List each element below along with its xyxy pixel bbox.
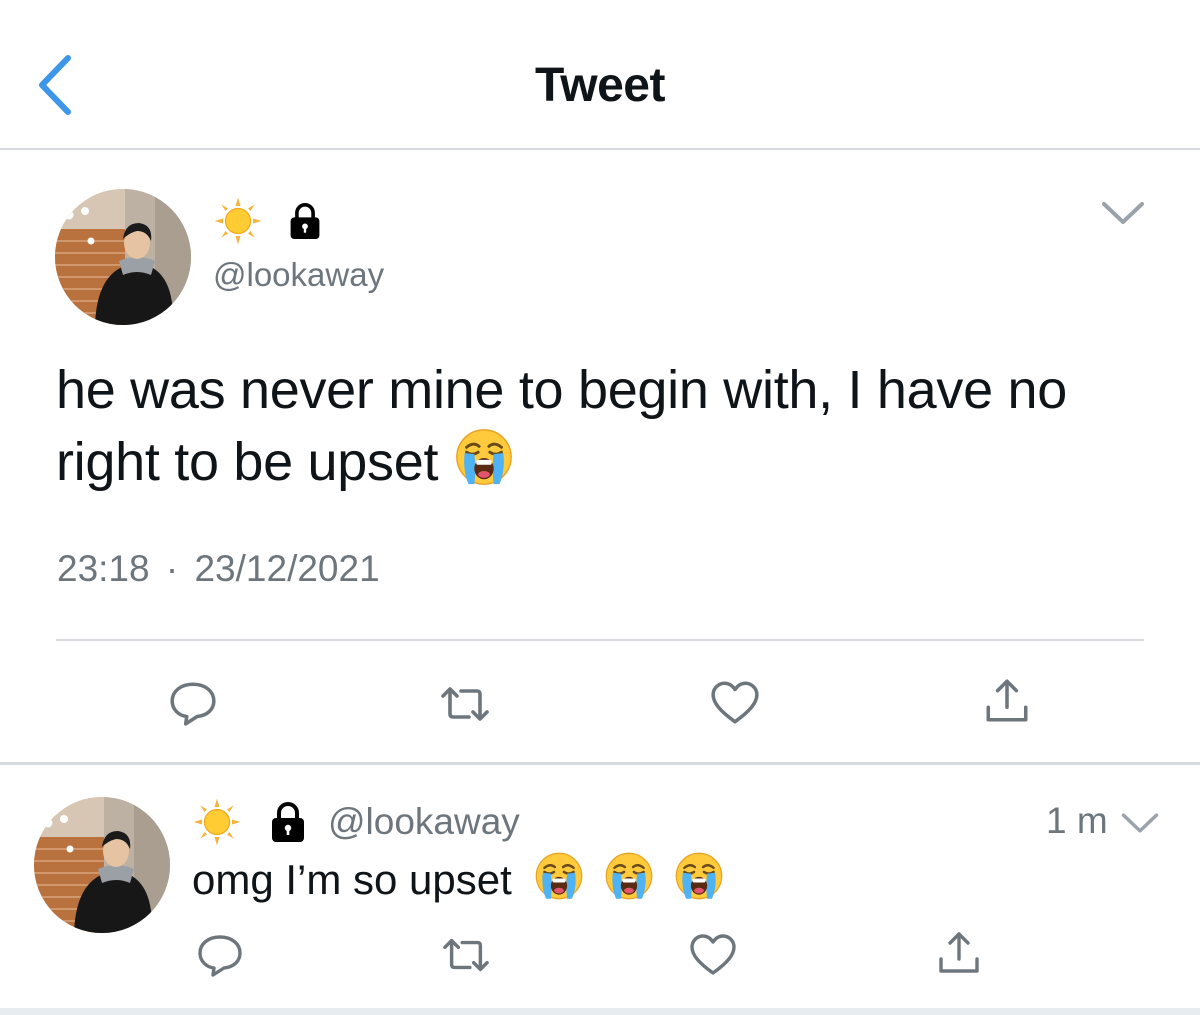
tweet-menu-button[interactable] (1100, 196, 1146, 230)
bottom-divider (0, 1008, 1200, 1015)
divider (56, 639, 1144, 641)
crying-face-emoji-icon (673, 850, 725, 902)
reply-like-button[interactable] (689, 933, 737, 977)
section-divider (0, 762, 1200, 765)
reply-reply-button[interactable] (196, 931, 244, 979)
tweet-date: 23/12/2021 (194, 548, 380, 589)
reply-display-name[interactable]: @lookaway (192, 797, 520, 847)
reply-tweet-text: omg I’m so upset (192, 850, 725, 910)
reply-menu-button[interactable] (1120, 808, 1160, 838)
display-name[interactable] (213, 196, 323, 246)
tweet-body: he was never mine to begin with, I have … (56, 360, 1068, 492)
share-button[interactable] (982, 676, 1032, 726)
tweet-detail-screen: Tweet @lookaway he was never mine to beg… (0, 0, 1200, 1015)
reply-body: omg I’m so upset (192, 856, 512, 903)
avatar[interactable] (55, 189, 191, 325)
tweet-timestamp[interactable]: 23:18 · 23/12/2021 (57, 548, 380, 590)
user-handle[interactable]: @lookaway (213, 256, 384, 294)
reply-button[interactable] (168, 678, 218, 728)
heart-icon (689, 933, 737, 977)
share-icon (935, 929, 983, 977)
lock-icon (268, 800, 308, 844)
retweet-button[interactable] (438, 680, 492, 728)
comment-icon (196, 931, 244, 979)
timestamp-separator: · (165, 548, 179, 589)
retweet-icon (438, 680, 492, 728)
lock-icon (287, 201, 323, 241)
reply-user-handle[interactable]: @lookaway (328, 801, 520, 843)
page-title: Tweet (535, 59, 665, 112)
chevron-down-icon (1120, 808, 1160, 838)
like-button[interactable] (710, 680, 760, 726)
reply-retweet-button[interactable] (440, 932, 492, 978)
reply-time-ago: 1 m (1046, 800, 1108, 841)
crying-face-emoji-icon (533, 850, 585, 902)
top-nav-bar: Tweet (0, 0, 1200, 150)
reply-avatar[interactable] (34, 797, 170, 933)
heart-icon (710, 680, 760, 726)
reply-share-button[interactable] (935, 929, 983, 977)
sun-emoji-icon (192, 797, 242, 847)
share-icon (982, 676, 1032, 726)
chevron-down-icon (1100, 196, 1146, 230)
comment-icon (168, 678, 218, 728)
crying-face-emoji-icon (603, 850, 655, 902)
retweet-icon (440, 932, 492, 978)
crying-face-emoji-icon (453, 426, 515, 488)
tweet-time: 23:18 (57, 548, 150, 589)
sun-emoji-icon (213, 196, 263, 246)
tweet-text: he was never mine to begin with, I have … (56, 354, 1156, 498)
